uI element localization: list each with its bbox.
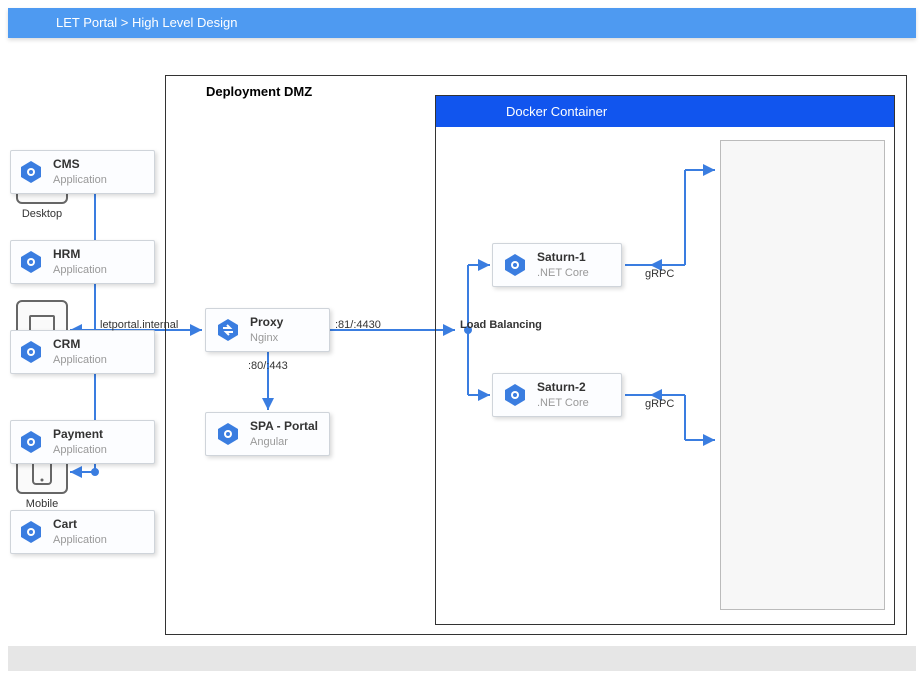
apps-group [720, 140, 885, 610]
node-spa: SPA - Portal Angular [205, 412, 330, 456]
device-label: Desktop [14, 208, 70, 220]
label-letportal: letportal.internal [100, 319, 178, 331]
footer-bar [8, 646, 916, 671]
node-sub: Application [53, 173, 107, 187]
service-icon [503, 253, 527, 277]
node-cms: CMSApplication [10, 150, 155, 194]
label-port81: :81/:4430 [335, 319, 381, 331]
node-sub: Application [53, 263, 107, 277]
breadcrumb: LET Portal > High Level Design [56, 15, 238, 30]
label-loadbalancing: Load Balancing [460, 319, 542, 331]
node-proxy: Proxy Nginx [205, 308, 330, 352]
label-grpc2: gRPC [645, 398, 674, 410]
app-icon [19, 160, 43, 184]
node-title: Cart [53, 517, 107, 533]
app-icon [216, 422, 240, 446]
device-label: Mobile [14, 498, 70, 510]
node-sub: .NET Core [537, 396, 589, 410]
node-title: CRM [53, 337, 107, 353]
node-title: CMS [53, 157, 107, 173]
node-title: SPA - Portal [250, 419, 318, 435]
header-bar: LET Portal > High Level Design [8, 8, 916, 38]
node-cart: CartApplication [10, 510, 155, 554]
app-icon [19, 430, 43, 454]
app-icon [19, 340, 43, 364]
label-port80: :80/:443 [248, 360, 288, 372]
app-icon [19, 520, 43, 544]
docker-title: Docker Container [436, 96, 894, 127]
node-sub: Application [53, 443, 107, 457]
node-sub: Application [53, 533, 107, 547]
label-grpc1: gRPC [645, 268, 674, 280]
service-icon [503, 383, 527, 407]
node-sub: Application [53, 353, 107, 367]
node-saturn2: Saturn-2 .NET Core [492, 373, 622, 417]
proxy-icon [216, 318, 240, 342]
node-title: Saturn-1 [537, 250, 589, 266]
node-title: Saturn-2 [537, 380, 589, 396]
node-sub: .NET Core [537, 266, 589, 280]
diagram-canvas: Desktop Laptop Mobile Deployment DMZ Doc… [0, 40, 924, 646]
node-crm: CRMApplication [10, 330, 155, 374]
node-hrm: HRMApplication [10, 240, 155, 284]
node-payment: PaymentApplication [10, 420, 155, 464]
node-title: Proxy [250, 315, 283, 331]
node-title: HRM [53, 247, 107, 263]
node-sub: Angular [250, 435, 318, 449]
app-icon [19, 250, 43, 274]
node-sub: Nginx [250, 331, 283, 345]
dmz-title: Deployment DMZ [206, 84, 312, 99]
node-title: Payment [53, 427, 107, 443]
node-saturn1: Saturn-1 .NET Core [492, 243, 622, 287]
